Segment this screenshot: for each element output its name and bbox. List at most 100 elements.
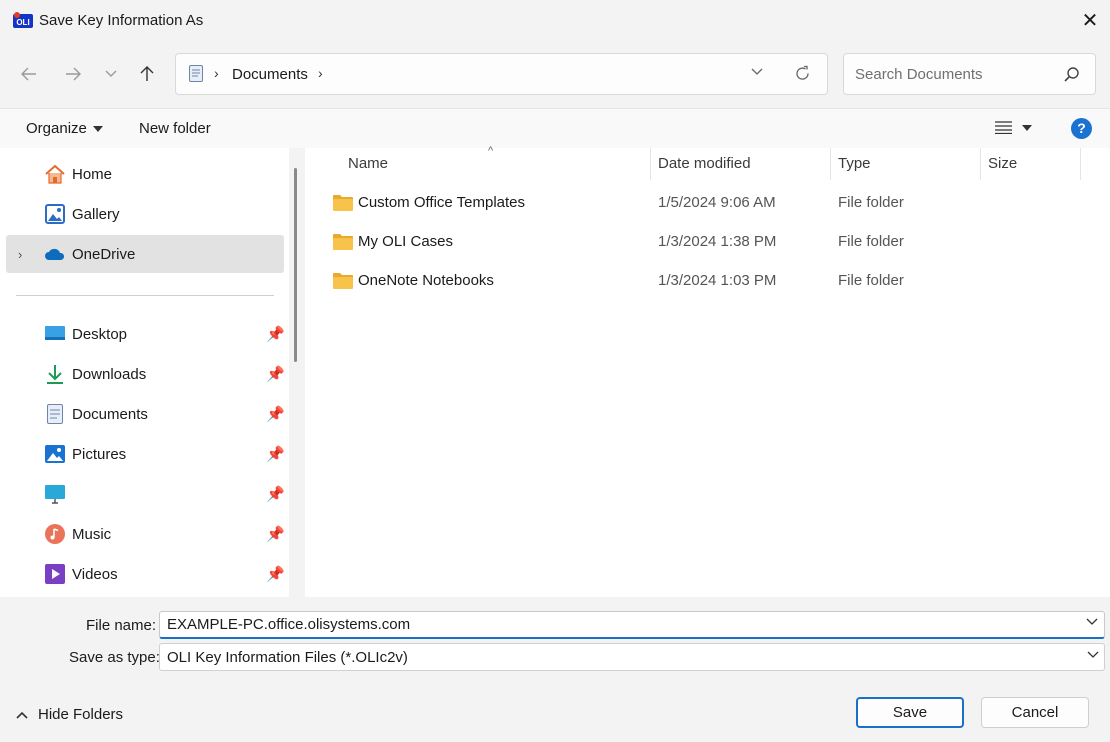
search-box[interactable]: Search Documents bbox=[843, 53, 1096, 95]
pin-icon[interactable]: 📌 bbox=[266, 445, 285, 463]
sidebar-item-label: Music bbox=[72, 525, 112, 543]
file-name: My OLI Cases bbox=[358, 233, 454, 250]
save-as-type-select[interactable]: OLI Key Information Files (*.OLIc2v) bbox=[159, 643, 1105, 671]
title-bar: OLI Save Key Information As ✕ bbox=[0, 0, 1110, 40]
command-toolbar: Organize New folder ? bbox=[0, 108, 1110, 148]
close-icon[interactable]: ✕ bbox=[1076, 8, 1104, 34]
sidebar-item-videos[interactable]: Videos 📌 bbox=[6, 555, 285, 593]
sidebar-item-desktop[interactable]: Desktop 📌 bbox=[6, 315, 285, 353]
address-history-chevron-icon[interactable] bbox=[750, 67, 764, 77]
pin-icon[interactable]: 📌 bbox=[266, 565, 285, 583]
pin-icon[interactable]: 📌 bbox=[266, 525, 285, 543]
expand-chevron-icon[interactable]: › bbox=[18, 247, 22, 262]
home-icon bbox=[44, 163, 66, 185]
sidebar-item-label: OneDrive bbox=[72, 245, 136, 263]
gallery-icon bbox=[44, 203, 66, 225]
folder-icon bbox=[333, 273, 353, 289]
sidebar-item-label: Downloads bbox=[72, 365, 147, 383]
save-as-type-label: Save as type: bbox=[69, 649, 160, 666]
file-date-modified: 1/3/2024 1:03 PM bbox=[658, 272, 777, 289]
sidebar-item-music[interactable]: Music 📌 bbox=[6, 515, 285, 553]
file-name: Custom Office Templates bbox=[358, 194, 526, 211]
file-date-modified: 1/3/2024 1:38 PM bbox=[658, 233, 777, 250]
file-list: ^ Name Date modified Type Size Custom Of… bbox=[305, 145, 1110, 597]
refresh-icon[interactable] bbox=[794, 65, 811, 82]
caret-down-icon bbox=[1022, 124, 1032, 131]
file-name-dropdown-chevron-icon[interactable] bbox=[1086, 618, 1098, 626]
column-divider[interactable] bbox=[650, 148, 651, 180]
recent-locations-chevron-icon[interactable] bbox=[97, 62, 125, 86]
onedrive-icon bbox=[44, 243, 66, 265]
sidebar-item-label: Videos bbox=[72, 565, 118, 583]
pin-icon[interactable]: 📌 bbox=[266, 325, 285, 343]
forward-icon[interactable] bbox=[59, 62, 87, 86]
chevron-up-icon bbox=[16, 711, 28, 719]
sidebar-item-onedrive[interactable]: › OneDrive bbox=[6, 235, 284, 273]
file-date-modified: 1/5/2024 9:06 AM bbox=[658, 194, 776, 211]
file-name: OneNote Notebooks bbox=[358, 272, 494, 289]
breadcrumb-separator-icon[interactable]: › bbox=[318, 65, 323, 81]
sidebar-item-gallery[interactable]: Gallery bbox=[6, 195, 284, 233]
up-arrow-icon[interactable] bbox=[133, 62, 161, 86]
file-row[interactable]: My OLI Cases 1/3/2024 1:38 PM File folde… bbox=[305, 225, 1110, 259]
search-icon[interactable] bbox=[1063, 66, 1080, 83]
sidebar-item-downloads[interactable]: Downloads 📌 bbox=[6, 355, 285, 393]
folder-icon bbox=[333, 195, 353, 211]
list-view-icon bbox=[995, 121, 1012, 134]
address-bar[interactable]: › Documents › bbox=[175, 53, 828, 95]
sidebar-scrollbar[interactable] bbox=[294, 168, 297, 362]
sidebar-item-label: Pictures bbox=[72, 445, 127, 463]
downloads-icon bbox=[44, 363, 66, 385]
save-form: File name: Save as type: OLI Key Informa… bbox=[0, 597, 1110, 742]
cancel-button[interactable]: Cancel bbox=[981, 697, 1089, 728]
hide-folders-label: Hide Folders bbox=[38, 706, 124, 723]
sidebar-item-pictures[interactable]: Pictures 📌 bbox=[6, 435, 285, 473]
search-input[interactable]: Search Documents bbox=[855, 66, 983, 83]
documents-icon bbox=[189, 65, 203, 82]
hide-folders-button[interactable]: Hide Folders bbox=[16, 706, 123, 723]
file-type: File folder bbox=[838, 194, 904, 211]
pin-icon[interactable]: 📌 bbox=[266, 365, 285, 383]
sort-ascending-icon: ^ bbox=[488, 145, 494, 157]
organize-button[interactable]: Organize bbox=[26, 120, 103, 137]
navigation-bar: › Documents › Search Documents bbox=[0, 40, 1110, 108]
music-icon bbox=[44, 523, 66, 545]
column-header-type[interactable]: Type bbox=[838, 148, 871, 180]
column-header-size[interactable]: Size bbox=[988, 148, 1017, 180]
pictures-icon bbox=[44, 443, 66, 465]
oli-app-icon: OLI bbox=[13, 12, 33, 28]
breadcrumb-documents[interactable]: Documents bbox=[232, 66, 308, 83]
chevron-down-icon bbox=[1087, 651, 1099, 658]
caret-down-icon bbox=[92, 125, 103, 132]
pin-icon[interactable]: 📌 bbox=[266, 485, 285, 503]
sidebar-item-documents[interactable]: Documents 📌 bbox=[6, 395, 285, 433]
pin-icon[interactable]: 📌 bbox=[266, 405, 285, 423]
new-folder-button[interactable]: New folder bbox=[139, 120, 211, 137]
view-options-button[interactable] bbox=[995, 121, 1032, 134]
file-name-input[interactable] bbox=[159, 611, 1105, 639]
column-divider[interactable] bbox=[980, 148, 981, 180]
file-type: File folder bbox=[838, 272, 904, 289]
sidebar-divider bbox=[16, 295, 274, 296]
save-button[interactable]: Save bbox=[856, 697, 964, 728]
column-divider[interactable] bbox=[1080, 148, 1081, 180]
file-row[interactable]: Custom Office Templates 1/5/2024 9:06 AM… bbox=[305, 186, 1110, 220]
back-icon[interactable] bbox=[15, 62, 43, 86]
column-divider[interactable] bbox=[830, 148, 831, 180]
column-header-name[interactable]: Name bbox=[348, 148, 388, 180]
window-title: Save Key Information As bbox=[39, 12, 204, 29]
help-icon[interactable]: ? bbox=[1071, 118, 1092, 139]
videos-icon bbox=[44, 563, 66, 585]
sidebar-item-monitor[interactable]: 📌 bbox=[6, 475, 285, 513]
svg-text:OLI: OLI bbox=[16, 18, 29, 27]
column-header-date-modified[interactable]: Date modified bbox=[658, 148, 751, 180]
sidebar-item-home[interactable]: Home bbox=[6, 155, 284, 193]
save-as-type-value: OLI Key Information Files (*.OLIc2v) bbox=[167, 649, 408, 666]
sidebar-item-label: Gallery bbox=[72, 205, 120, 223]
file-row[interactable]: OneNote Notebooks 1/3/2024 1:03 PM File … bbox=[305, 264, 1110, 298]
sidebar-item-label: Documents bbox=[72, 405, 148, 423]
sidebar-item-label: Desktop bbox=[72, 325, 128, 343]
monitor-icon bbox=[44, 483, 66, 505]
desktop-icon bbox=[44, 323, 66, 345]
organize-label: Organize bbox=[26, 120, 87, 137]
